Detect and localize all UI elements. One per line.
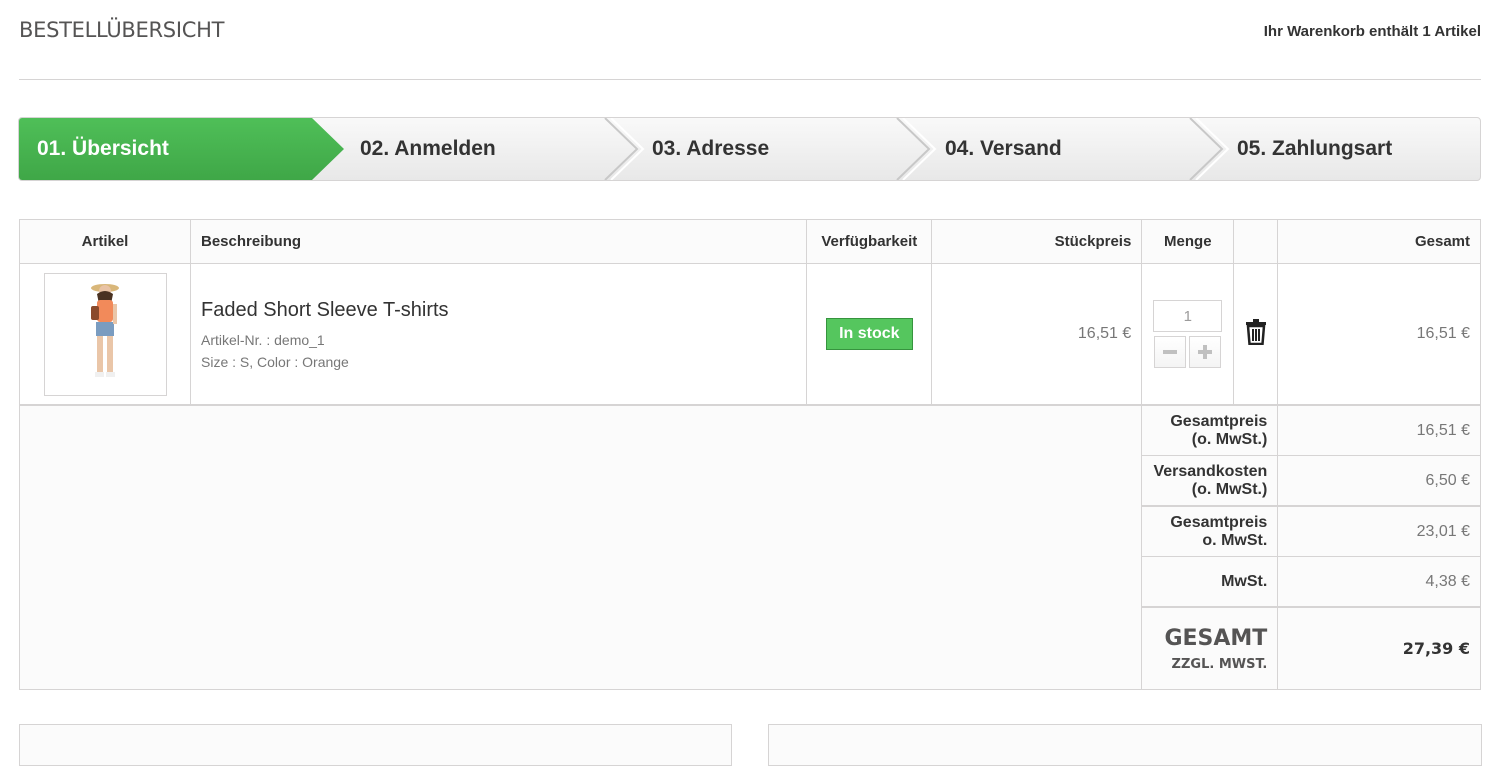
page-title: BESTELLÜBERSICHT: [19, 18, 225, 42]
plus-icon: [1198, 345, 1213, 359]
line-total: 16,51 €: [1277, 263, 1481, 406]
cart-item-count: Ihr Warenkorb enthält 1 Artikel: [1263, 23, 1481, 40]
product-attributes[interactable]: Size : S, Color : Orange: [201, 354, 796, 370]
delete-cell: [1233, 263, 1279, 406]
product-photo-icon: [91, 284, 119, 377]
step-login[interactable]: 02. Anmelden: [342, 118, 602, 180]
availability-cell: In stock: [806, 263, 933, 406]
product-name-link[interactable]: Faded Short Sleeve T-shirts: [201, 299, 796, 322]
quantity-increase-button[interactable]: [1189, 336, 1222, 368]
trash-icon[interactable]: [1245, 319, 1267, 346]
grand-total-sublabel: ZZGL. MWST.: [1171, 656, 1268, 672]
quantity-cell: 1: [1141, 263, 1235, 406]
header-artikel: Artikel: [19, 219, 191, 264]
summary-label: MwSt.: [1141, 556, 1279, 608]
in-stock-badge: In stock: [826, 318, 913, 350]
unit-price: 16,51 €: [931, 263, 1143, 406]
summary-label: Versandkosten (o. MwSt.): [1141, 455, 1279, 507]
checkout-steps: 01. Übersicht 02. Anmelden 03. Adresse 0…: [18, 117, 1481, 181]
bottom-panel-left: [19, 724, 732, 766]
product-description-cell: Faded Short Sleeve T-shirts Artikel-Nr. …: [189, 263, 808, 406]
header-menge: Menge: [1141, 219, 1235, 264]
grand-total-label: GESAMT: [1164, 625, 1268, 651]
summary-value: 6,50 €: [1277, 455, 1481, 507]
bottom-panel-right: [768, 724, 1482, 766]
product-sku: Artikel-Nr. : demo_1: [201, 331, 325, 348]
summary-row-subtotal: Gesamtpreis (o. MwSt.) 16,51 €: [18, 404, 1481, 690]
table-row: Faded Short Sleeve T-shirts Artikel-Nr. …: [19, 263, 1481, 406]
table-header-row: Artikel Beschreibung Verfügbarkeit Stück…: [19, 219, 1481, 264]
cart-summary-table: Artikel Beschreibung Verfügbarkeit Stück…: [18, 219, 1481, 690]
product-image-cell: [19, 263, 191, 406]
summary-value: 23,01 €: [1277, 505, 1481, 557]
header-gesamt: Gesamt: [1277, 219, 1481, 264]
quantity-decrease-button[interactable]: [1154, 336, 1187, 368]
product-image[interactable]: [43, 272, 167, 396]
summary-value: 16,51 €: [1277, 404, 1481, 456]
summary-label: Gesamtpreis o. MwSt.: [1141, 505, 1279, 557]
summary-label: Gesamtpreis (o. MwSt.): [1141, 404, 1279, 456]
quantity-input[interactable]: 1: [1153, 300, 1223, 332]
header-verfuegbarkeit: Verfügbarkeit: [806, 219, 933, 264]
summary-value: 4,38 €: [1277, 556, 1481, 608]
summary-blank-area: [18, 404, 1143, 690]
step-address[interactable]: 03. Adresse: [634, 118, 894, 180]
header-delete: [1233, 219, 1279, 264]
page-heading: BESTELLÜBERSICHT Ihr Warenkorb enthält 1…: [19, 0, 1481, 80]
header-stueckpreis: Stückpreis: [931, 219, 1143, 264]
step-payment[interactable]: 05. Zahlungsart: [1219, 118, 1479, 180]
step-shipping[interactable]: 04. Versand: [927, 118, 1187, 180]
minus-icon: [1163, 350, 1178, 354]
step-overview[interactable]: 01. Übersicht: [19, 118, 319, 180]
grand-total-value: 27,39 €: [1277, 606, 1481, 690]
grand-total-label-cell: GESAMT ZZGL. MWST.: [1141, 606, 1279, 690]
header-beschreibung: Beschreibung: [189, 219, 808, 264]
